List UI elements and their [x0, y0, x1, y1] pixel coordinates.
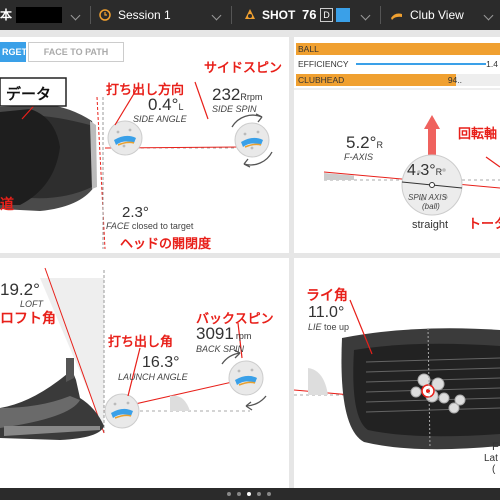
- metric-value: 1.4: [486, 59, 498, 69]
- f-axis-value: 5.2°R: [346, 133, 383, 152]
- page-dot[interactable]: [237, 492, 241, 496]
- player-name-redacted: [16, 7, 62, 23]
- edge-label-lat: Lat: [484, 453, 498, 464]
- face-angle-value: 2.3°: [122, 204, 149, 221]
- metric-row-ball: BALL: [296, 43, 500, 55]
- panel-title: データ: [6, 85, 52, 103]
- page-dot[interactable]: [227, 492, 231, 496]
- view-dropdown-chevron-icon[interactable]: [483, 0, 494, 30]
- divider: [380, 6, 381, 24]
- loft-value: 19.2°: [0, 280, 40, 299]
- shot-color-swatch: [336, 8, 350, 22]
- panel-lie-angle: ライ角 11.0° LIE toe up F Lat (: [294, 258, 500, 488]
- session-dropdown-chevron-icon[interactable]: [211, 0, 222, 30]
- edge-label-f: F: [492, 441, 499, 453]
- clock-icon: [99, 0, 111, 30]
- edge-label-paren: (: [492, 464, 496, 475]
- loft-jp-label: ロフト角: [0, 311, 56, 327]
- session-selector[interactable]: Session 1: [118, 0, 171, 30]
- metric-ball-bar: [296, 43, 500, 55]
- metric-row-clubhead: CLUBHEAD 94..: [296, 74, 500, 86]
- spin-axis-jp-label: 回転軸: [458, 127, 498, 142]
- spin-axis-value: 4.3°R: [407, 162, 443, 179]
- lie-jp-label: ライ角: [306, 288, 348, 304]
- panel-face-angle: RGET FACE TO PATH データ 打ち出し方向 サイドスピン 0.4°…: [0, 37, 289, 253]
- top-bar: 本 Session 1 SHOT 76 D Club View: [0, 0, 500, 30]
- face-jp-label: ヘッドの開閉度: [120, 237, 212, 252]
- view-selector[interactable]: Club View: [410, 0, 464, 30]
- side-spin-label: SIDE SPIN: [212, 104, 257, 114]
- divider: [231, 6, 232, 24]
- page-dot[interactable]: [267, 492, 271, 496]
- shot-label: SHOT: [262, 8, 296, 22]
- launch-angle-label: LAUNCH ANGLE: [118, 372, 188, 382]
- back-spin-label: BACK SPIN: [196, 344, 245, 354]
- metric-clubhead-track: [456, 74, 500, 86]
- lie-angle-value: 11.0°: [308, 304, 345, 321]
- panel-spin-axis: BALL EFFICIENCY 1.4 CLUBHEAD 94.. 回転軸 5.…: [294, 37, 500, 253]
- metric-value: 94..: [447, 75, 462, 85]
- spin-axis-sub-label: (ball): [422, 202, 440, 211]
- page-dot[interactable]: [257, 492, 261, 496]
- side-spin-value: 232Rrpm: [212, 85, 263, 104]
- metric-row-efficiency: EFFICIENCY 1.4: [296, 58, 500, 70]
- panel-gap: [0, 30, 500, 37]
- metric-label: BALL: [298, 44, 319, 54]
- total-jp-label: トータ: [468, 217, 500, 232]
- metric-efficiency-line: [356, 63, 486, 65]
- side-angle-label: SIDE ANGLE: [133, 114, 187, 124]
- f-axis-label: F-AXIS: [344, 152, 374, 162]
- launch-direction-value: 0.4°L: [148, 95, 184, 114]
- straight-label: straight: [412, 219, 449, 231]
- divider: [90, 6, 91, 24]
- tab-target[interactable]: RGET: [0, 42, 27, 62]
- back-spin-value: 3091 rpm: [196, 324, 252, 343]
- page-dot-active[interactable]: [247, 492, 251, 496]
- shot-dropdown-chevron-icon[interactable]: [360, 0, 371, 30]
- player-dropdown-chevron-icon[interactable]: [70, 0, 81, 30]
- path-jp-label: 道: [0, 197, 14, 213]
- launch-angle-jp-label: 打ち出し角: [108, 335, 174, 350]
- metric-label: CLUBHEAD: [298, 75, 345, 85]
- spin-axis-label: SPIN AXIS: [408, 193, 447, 202]
- shot-number[interactable]: 76: [302, 0, 316, 30]
- tab-face-to-path[interactable]: FACE TO PATH: [28, 42, 124, 62]
- metric-label: EFFICIENCY: [298, 59, 349, 69]
- side-spin-jp-label: サイドスピン: [204, 61, 283, 76]
- club-icon: [389, 0, 405, 30]
- panel-loft: 19.2° LOFT ロフト角 打ち出し角 バックスピン 3091 rpm BAC…: [0, 258, 289, 488]
- face-angle-label: FACE closed to target: [106, 221, 194, 231]
- shot-badge: D: [320, 8, 333, 22]
- player-name[interactable]: 本: [0, 0, 12, 30]
- page-indicator: [0, 488, 500, 500]
- lie-angle-label: LIE toe up: [308, 322, 350, 332]
- launch-angle-value: 16.3°: [142, 354, 180, 371]
- shot-target-icon: [243, 0, 257, 30]
